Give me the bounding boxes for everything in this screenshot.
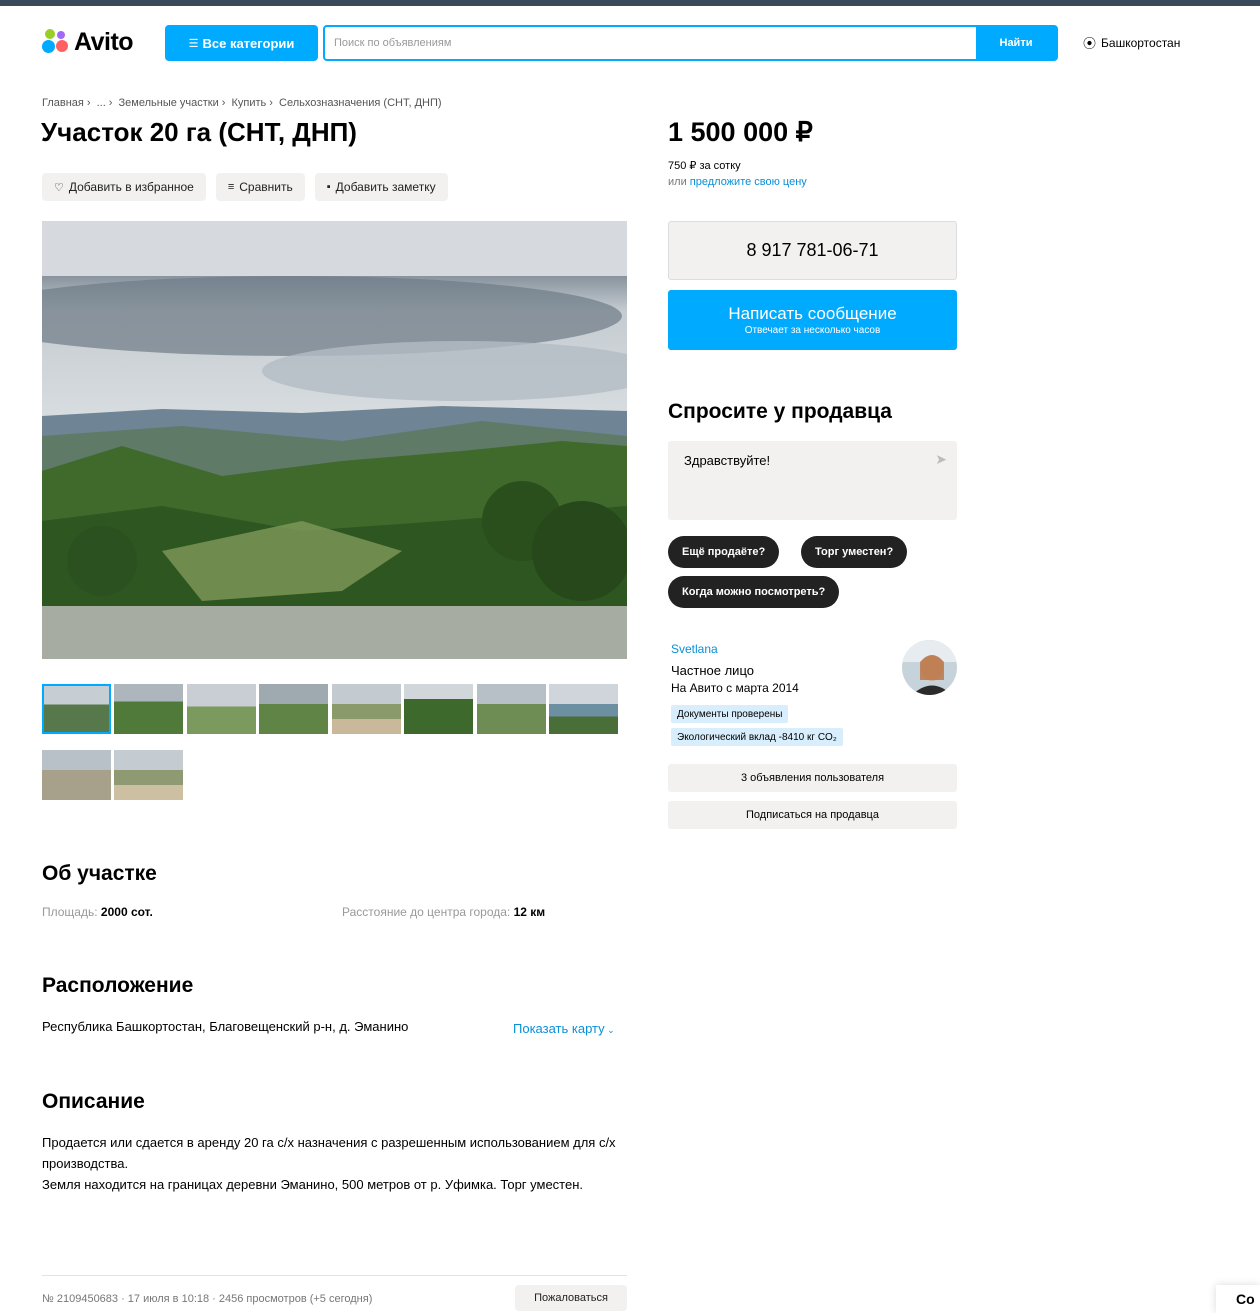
- listing-meta: № 2109450683 · 17 июля в 10:18 · 2456 пр…: [42, 1293, 373, 1305]
- breadcrumb: Главная › ... › Земельные участки › Купить ›…: [42, 97, 445, 109]
- photo-thumbnail[interactable]: [259, 684, 328, 734]
- photo-thumbnail[interactable]: [477, 684, 546, 734]
- write-message-button[interactable]: Написать сообщение Отвечает за несколько…: [668, 290, 957, 350]
- show-phone-button[interactable]: 8 917 781-06-71: [668, 221, 957, 280]
- search-button[interactable]: Найти: [976, 27, 1056, 59]
- distance-label: Расстояние до центра города:: [342, 905, 511, 919]
- landscape-photo: [42, 221, 627, 659]
- quick-reply-chip[interactable]: Торг уместен?: [801, 536, 908, 568]
- about-heading: Об участке: [42, 862, 157, 885]
- quick-reply-chip[interactable]: Ещё продаёте?: [668, 536, 780, 568]
- compare-label: Сравнить: [239, 180, 293, 194]
- distance-value: 12 км: [513, 905, 546, 919]
- area-value: 2000 сот.: [100, 905, 153, 919]
- note-icon: ▪: [326, 181, 331, 193]
- description-heading: Описание: [42, 1090, 145, 1113]
- favorites-label: Добавить в избранное: [68, 180, 194, 194]
- add-to-favorites-button[interactable]: ♡ Добавить в избранное: [42, 173, 206, 201]
- seller-type: Частное лицо: [671, 663, 754, 678]
- search-bar: Найти: [323, 25, 1058, 61]
- compare-button[interactable]: ≡ Сравнить: [215, 173, 305, 201]
- breadcrumb-item[interactable]: Земельные участки: [119, 97, 219, 109]
- listing-actions: ♡ Добавить в избранное ≡ Сравнить ▪ Доба…: [42, 173, 458, 201]
- distance-property: Расстояние до центра города: 12 км: [342, 905, 545, 919]
- show-map-link[interactable]: Показать карту ⌄: [513, 1021, 615, 1036]
- price-per-sotka: 750 ₽ за сотку: [668, 160, 741, 172]
- photo-thumbnail[interactable]: [404, 684, 473, 734]
- photo-thumbnail[interactable]: [42, 750, 111, 800]
- photo-thumbnail[interactable]: [114, 750, 183, 800]
- offer-prefix: или: [668, 176, 687, 188]
- divider: [42, 1275, 627, 1276]
- area-property: Площадь: 2000 сот.: [42, 905, 153, 919]
- avito-logo[interactable]: Avito: [42, 24, 134, 60]
- report-button[interactable]: Пожаловаться: [515, 1285, 627, 1311]
- price: 1 500 000 ₽: [668, 117, 813, 147]
- breadcrumb-separator: ›: [221, 97, 226, 109]
- all-categories-label: Все категории: [202, 35, 295, 51]
- seller-name-link[interactable]: Svetlana: [671, 642, 718, 656]
- subscribe-seller-button[interactable]: Подписаться на продавца: [668, 801, 957, 829]
- photo-thumbnail[interactable]: [114, 684, 183, 734]
- listing-title: Участок 20 га (СНТ, ДНП): [41, 117, 357, 147]
- quick-reply-chip[interactable]: Когда можно посмотреть?: [668, 576, 840, 608]
- main-photo[interactable]: [42, 221, 627, 659]
- top-strip: [0, 0, 1260, 6]
- send-icon[interactable]: ➤: [935, 451, 947, 468]
- region-selector[interactable]: ⦿ Башкортостан: [1083, 33, 1180, 52]
- response-time-label: Отвечает за несколько часов: [744, 325, 881, 336]
- show-map-label: Показать карту: [513, 1021, 605, 1036]
- offer-price-link[interactable]: предложите свою цену: [690, 176, 807, 188]
- cookie-popup-corner[interactable]: Co: [1216, 1285, 1260, 1313]
- photo-thumbnail[interactable]: [332, 684, 401, 734]
- all-categories-button[interactable]: ☰ Все категории: [165, 25, 318, 61]
- breadcrumb-item[interactable]: Главная: [42, 97, 84, 109]
- location-pin-icon: ⦿: [1083, 36, 1097, 51]
- breadcrumb-item[interactable]: ...: [97, 97, 106, 109]
- seller-ads-button[interactable]: 3 объявления пользователя: [668, 764, 957, 792]
- breadcrumb-item[interactable]: Сельхозназначения (СНТ, ДНП): [279, 97, 442, 109]
- add-note-button[interactable]: ▪ Добавить заметку: [314, 173, 448, 201]
- description-text: Продается или сдается в аренду 20 га с/х…: [42, 1132, 622, 1195]
- breadcrumb-separator: ›: [86, 97, 91, 109]
- photo-thumbnail[interactable]: [187, 684, 256, 734]
- offer-price-row: или предложите свою цену: [668, 176, 807, 188]
- location-heading: Расположение: [42, 974, 194, 997]
- ask-seller-heading: Спросите у продавца: [668, 400, 892, 423]
- avatar-photo: [902, 640, 957, 695]
- logo-dots-icon: [42, 29, 70, 55]
- area-label: Площадь:: [42, 905, 98, 919]
- chevron-down-icon: ⌄: [604, 1025, 615, 1035]
- seller-avatar[interactable]: [902, 640, 957, 695]
- photo-thumbnail[interactable]: [42, 684, 111, 734]
- seller-since: На Авито с марта 2014: [671, 681, 799, 695]
- categories-search-icon: ☰: [188, 37, 199, 50]
- ask-seller-text: Здравствуйте!: [684, 453, 771, 468]
- compare-icon: ≡: [227, 181, 235, 193]
- note-label: Добавить заметку: [335, 180, 436, 194]
- breadcrumb-item[interactable]: Купить: [231, 97, 266, 109]
- breadcrumb-separator: ›: [108, 97, 113, 109]
- ask-seller-input[interactable]: Здравствуйте! ➤: [668, 441, 957, 520]
- heart-icon: ♡: [54, 181, 64, 194]
- eco-contribution-badge: Экологический вклад -8410 кг CO₂: [671, 728, 843, 746]
- photo-thumbnail[interactable]: [549, 684, 618, 734]
- region-label: Башкортостан: [1101, 35, 1181, 50]
- search-input[interactable]: [325, 27, 976, 59]
- address-text: Республика Башкортостан, Благовещенский …: [42, 1019, 409, 1034]
- description-line: Земля находится на границах деревни Эман…: [42, 1177, 583, 1192]
- write-message-label: Написать сообщение: [728, 304, 897, 323]
- breadcrumb-separator: ›: [269, 97, 273, 109]
- documents-verified-badge: Документы проверены: [671, 705, 789, 723]
- logo-text: Avito: [74, 27, 134, 56]
- description-line: Продается или сдается в аренду 20 га с/х…: [42, 1135, 616, 1171]
